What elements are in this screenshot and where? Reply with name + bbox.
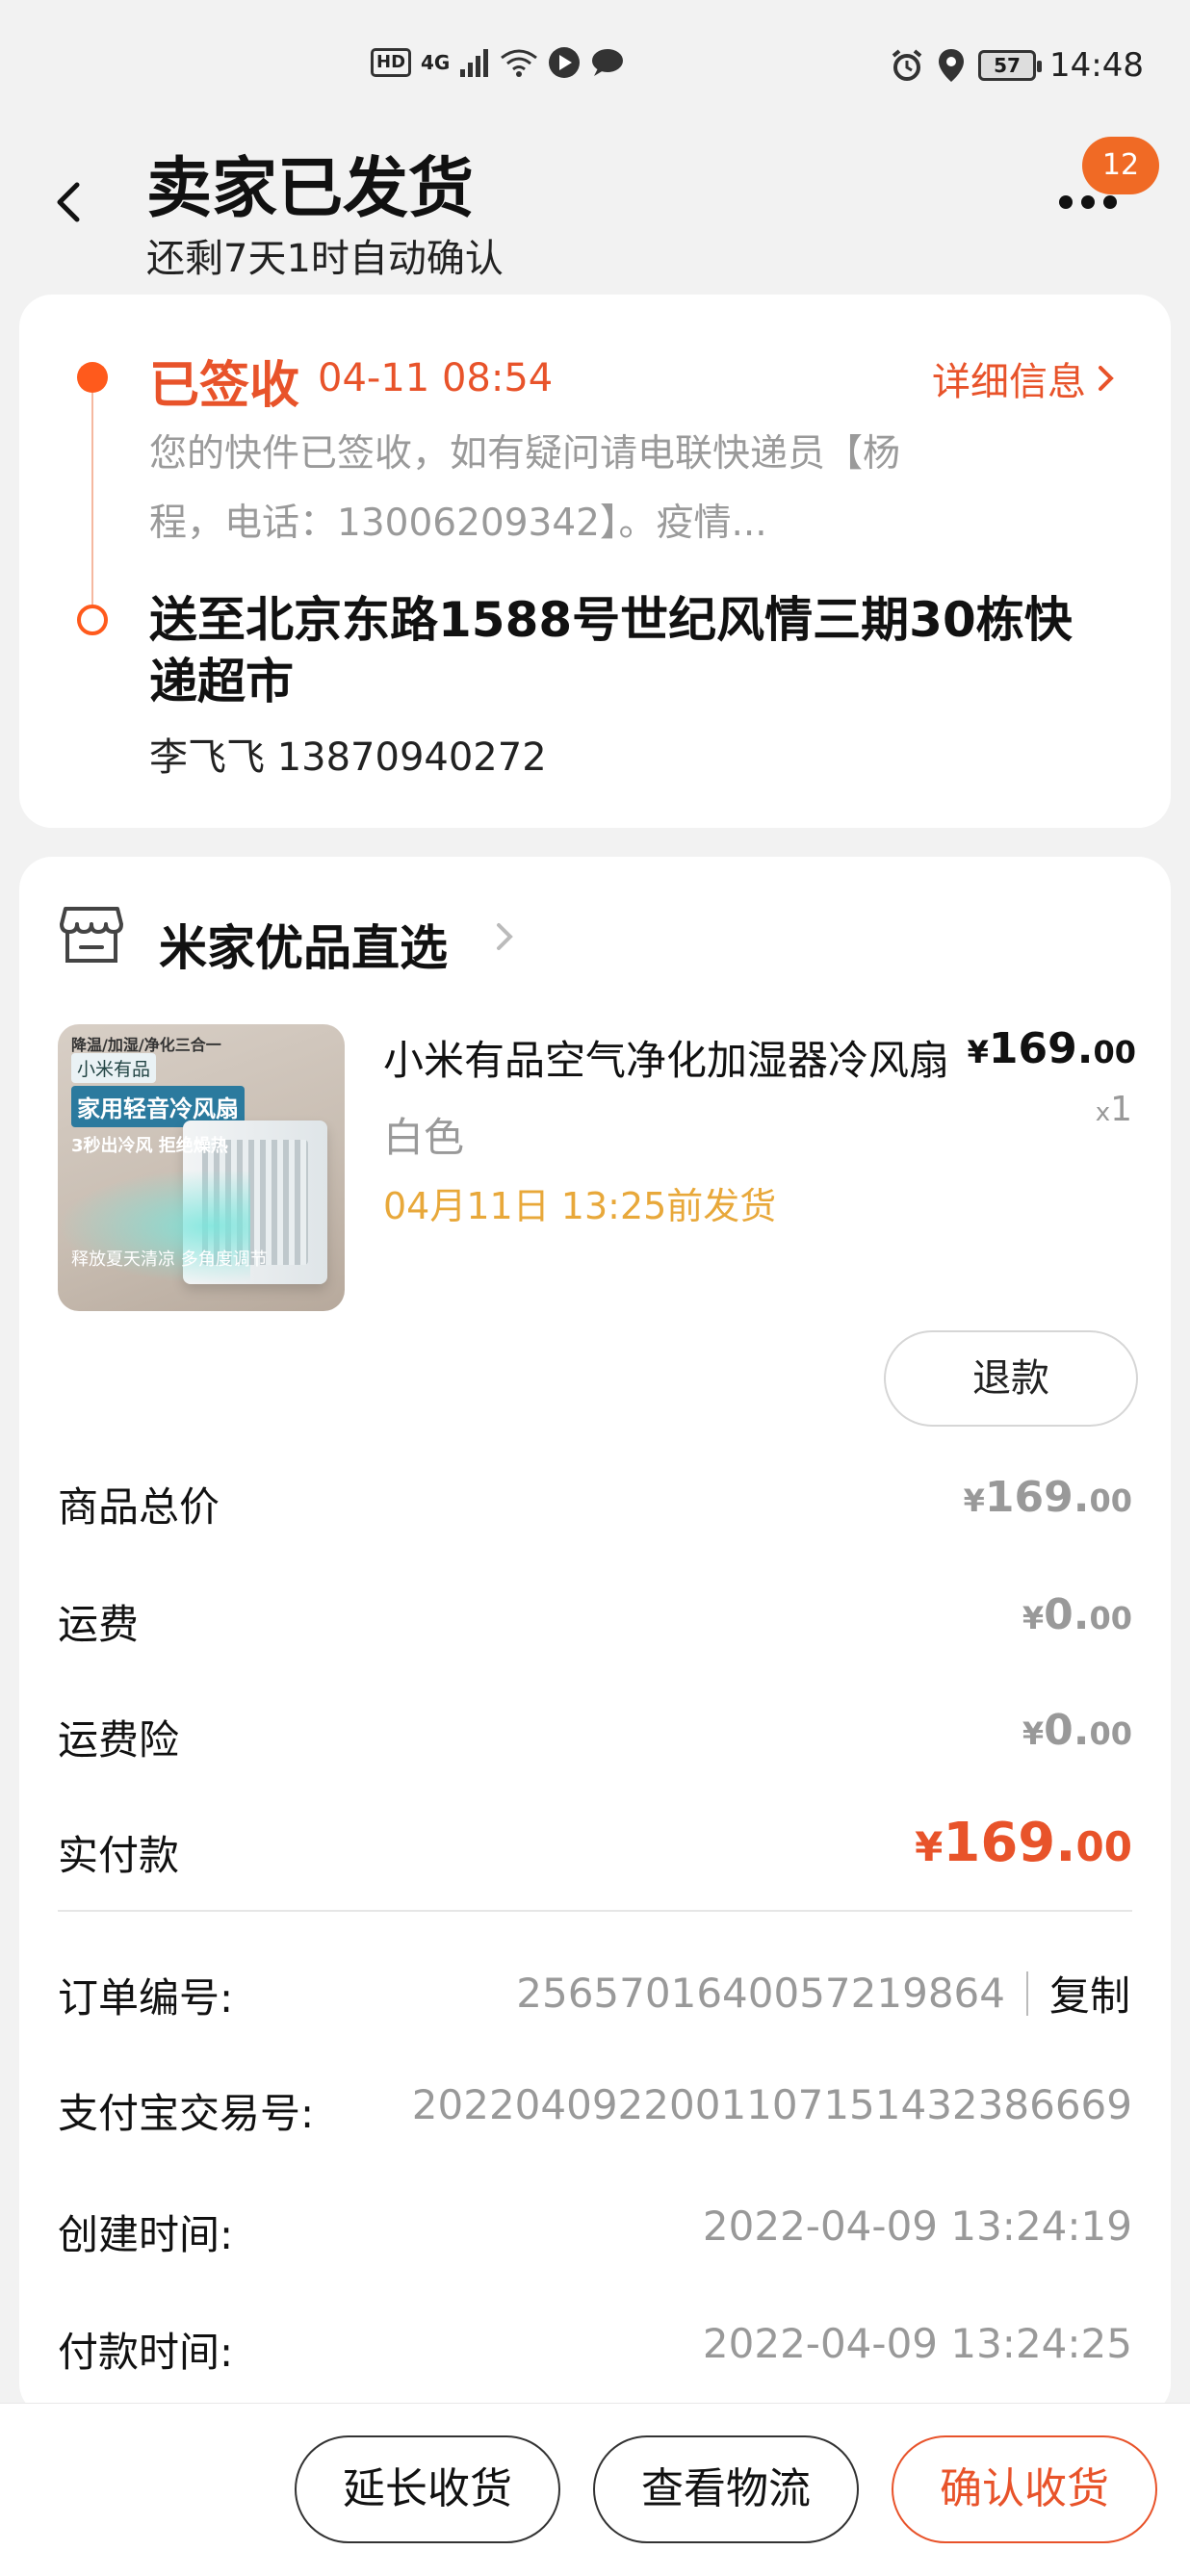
product-price: ¥169.00: [967, 1024, 1136, 1073]
alarm-icon: [890, 48, 924, 83]
detail-link-label: 详细信息: [932, 360, 1086, 404]
wifi-icon: [500, 48, 538, 77]
summary-value-subtotal: ¥169.00: [963, 1473, 1132, 1522]
alipay-number-label: 支付宝交易号:: [58, 2090, 315, 2137]
image-tag-text: 降温/加湿/净化三合一: [71, 1036, 221, 1054]
image-brand-text: 小米有品: [71, 1053, 157, 1083]
timeline-current-dot: [77, 362, 108, 393]
message-count-badge: 12: [1082, 137, 1159, 194]
extend-receipt-button[interactable]: 延长收货: [295, 2435, 560, 2543]
battery-icon: 57: [978, 50, 1043, 81]
copy-order-number-button[interactable]: 复制: [1049, 1964, 1130, 2022]
shop-name[interactable]: 米家优品直选: [159, 910, 448, 979]
logistics-status: 已签收: [149, 357, 300, 415]
chevron-right-icon: [1099, 366, 1114, 391]
page-title: 卖家已发货: [146, 151, 475, 227]
summary-value-shipping-insurance: ¥0.00: [1022, 1706, 1132, 1755]
image-feature-text: 3秒出冷风 拒绝燥热: [71, 1136, 228, 1156]
copy-separator: [1025, 1971, 1028, 2016]
timeline-destination-dot: [77, 605, 108, 635]
delivery-address: 送至北京东路1588号世纪风情三期30栋快递超市: [149, 592, 1073, 709]
image-feature-text-2: 释放夏天清凉 多角度调节: [71, 1249, 268, 1270]
summary-label-shipping: 运费: [58, 1601, 140, 1648]
recipient-info: 李飞飞 13870940272: [149, 735, 547, 780]
summary-label-subtotal: 商品总价: [58, 1483, 220, 1531]
confirm-receipt-button[interactable]: 确认收货: [892, 2435, 1157, 2543]
media-play-icon: [548, 46, 581, 79]
signal-icon: [459, 48, 490, 77]
back-button[interactable]: [48, 173, 96, 231]
paid-time: 2022-04-09 13:24:25: [702, 2320, 1132, 2367]
order-number-label: 订单编号:: [58, 1974, 234, 2022]
order-number-row: 2565701640057219864 复制: [516, 1964, 1130, 2022]
summary-value-paid: ¥169.00: [915, 1812, 1132, 1874]
summary-value-shipping: ¥0.00: [1022, 1590, 1132, 1639]
timeline-line: [91, 393, 93, 605]
more-dot: [1081, 195, 1095, 209]
store-icon: [60, 905, 123, 965]
logistics-description: 您的快件已签收，如有疑问请电联快递员【杨程，电话：13006209342】。疫情…: [149, 432, 901, 545]
status-right-icons: 57 14:48: [890, 46, 1144, 85]
logistics-status-time: 04-11 08:54: [318, 356, 554, 400]
view-logistics-button[interactable]: 查看物流: [593, 2435, 859, 2543]
more-dot: [1103, 195, 1117, 209]
location-icon: [938, 48, 965, 83]
network-type-icon: 4G: [421, 51, 451, 74]
status-bar: HD 4G 57 14:48: [0, 0, 1190, 135]
ship-deadline: 04月11日 13:25前发货: [383, 1185, 777, 1227]
summary-label-paid: 实付款: [58, 1832, 180, 1879]
more-dot: [1059, 195, 1073, 209]
alipay-number: 2022040922001107151432386669: [411, 2081, 1132, 2128]
summary-divider: [58, 1910, 1132, 1912]
logistics-detail-link[interactable]: 详细信息: [932, 350, 1117, 406]
auto-confirm-countdown: 还剩7天1时自动确认: [146, 237, 504, 281]
product-spec: 白色: [383, 1114, 465, 1161]
hd-icon: HD: [371, 48, 412, 77]
message-icon: [590, 47, 625, 78]
product-image[interactable]: 小米有品 家用轻音冷风扇 降温/加湿/净化三合一 3秒出冷风 拒绝燥热 释放夏天…: [58, 1024, 345, 1311]
order-number: 2565701640057219864: [516, 1970, 1005, 2017]
status-left-icons: HD 4G: [371, 46, 625, 79]
clock: 14:48: [1049, 46, 1144, 85]
shop-chevron-icon[interactable]: [491, 916, 518, 957]
summary-label-shipping-insurance: 运费险: [58, 1716, 180, 1764]
refund-button[interactable]: 退款: [884, 1330, 1138, 1427]
paid-time-label: 付款时间:: [58, 2329, 234, 2376]
created-time: 2022-04-09 13:24:19: [702, 2202, 1132, 2250]
product-title[interactable]: 小米有品空气净化加湿器冷风扇: [383, 1028, 961, 1087]
created-time-label: 创建时间:: [58, 2211, 234, 2258]
chevron-left-icon: [57, 182, 80, 222]
product-quantity: x1: [1095, 1090, 1132, 1129]
